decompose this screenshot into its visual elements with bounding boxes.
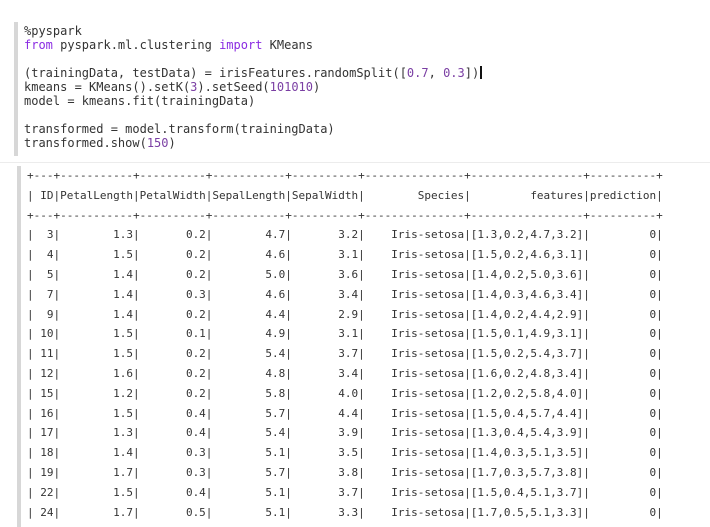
code-editor[interactable]: %pyspark from pyspark.ml.clustering impor…	[14, 16, 710, 162]
code-token: transformed = model.transform(trainingDa…	[24, 122, 335, 136]
code-token: import	[219, 38, 263, 52]
code-line[interactable]: transformed.show(150)	[24, 136, 482, 150]
code-token: 150	[146, 136, 169, 150]
text-cursor	[480, 66, 483, 79]
code-token: )	[313, 80, 321, 94]
cell-divider	[0, 162, 710, 163]
code-token: model = kmeans.fit(trainingData)	[24, 94, 256, 108]
table-row: | 24| 1.7| 0.5| 5.1| 3.3| Iris-setosa|[1…	[27, 505, 663, 519]
table-row: | 10| 1.5| 0.1| 4.9| 3.1| Iris-setosa|[1…	[27, 327, 663, 341]
code-token: )	[168, 136, 176, 150]
table-row: | 18| 1.4| 0.3| 5.1| 3.5| Iris-setosa|[1…	[27, 446, 663, 460]
code-token: pyspark.ml.clustering	[52, 38, 220, 52]
code-token: (trainingData, testData) = irisFeatures.…	[24, 66, 400, 80]
code-content[interactable]: %pyspark from pyspark.ml.clustering impor…	[24, 24, 483, 150]
code-line[interactable]: kmeans = KMeans().setK(3).setSeed(101010…	[24, 80, 482, 94]
code-token: 0.7	[406, 66, 429, 80]
table-row: | 16| 1.5| 0.4| 5.7| 4.4| Iris-setosa|[1…	[27, 406, 663, 420]
table-row: | 15| 1.2| 0.2| 5.8| 4.0| Iris-setosa|[1…	[27, 386, 663, 400]
code-token: ).setSeed(	[197, 80, 270, 94]
code-token: 0.3	[443, 66, 465, 80]
table-row: | 5| 1.4| 0.2| 5.0| 3.6| Iris-setosa|[1.…	[27, 267, 663, 281]
table-row: | 11| 1.5| 0.2| 5.4| 3.7| Iris-setosa|[1…	[27, 347, 663, 361]
table-row: | 3| 1.3| 0.2| 4.7| 3.2| Iris-setosa|[1.…	[27, 228, 663, 242]
table-separator: +---+-----------+----------+-----------+…	[27, 208, 663, 222]
code-token: 101010	[269, 80, 314, 94]
table-row: | 22| 1.5| 0.4| 5.1| 3.7| Iris-setosa|[1…	[27, 485, 663, 499]
code-line[interactable]: (trainingData, testData) = irisFeatures.…	[24, 66, 483, 80]
code-line[interactable]: transformed = model.transform(trainingDa…	[24, 122, 482, 136]
code-line[interactable]: model = kmeans.fit(trainingData)	[24, 94, 482, 108]
code-token: transformed.show(	[24, 136, 147, 150]
code-token: kmeans = KMeans().setK(	[24, 80, 191, 94]
table-row: | 7| 1.4| 0.3| 4.6| 3.4| Iris-setosa|[1.…	[27, 287, 663, 301]
code-token: %pyspark	[24, 24, 82, 38]
output-gutter-marker	[17, 166, 21, 527]
code-token: KMeans	[262, 38, 314, 52]
code-token: from	[24, 38, 53, 52]
dataframe-output: +---+-----------+----------+-----------+…	[27, 166, 663, 522]
code-token: [	[399, 66, 407, 80]
code-token: ])	[464, 66, 480, 80]
table-row: | 4| 1.5| 0.2| 4.6| 3.1| Iris-setosa|[1.…	[27, 248, 663, 262]
table-row: | 9| 1.4| 0.2| 4.4| 2.9| Iris-setosa|[1.…	[27, 307, 663, 321]
table-row: | 12| 1.6| 0.2| 4.8| 3.4| Iris-setosa|[1…	[27, 366, 663, 380]
table-header: | ID|PetalLength|PetalWidth|SepalLength|…	[27, 188, 663, 202]
code-line[interactable]	[24, 108, 482, 122]
table-row: | 17| 1.3| 0.4| 5.4| 3.9| Iris-setosa|[1…	[27, 426, 663, 440]
code-line[interactable]: %pyspark	[24, 24, 482, 38]
table-row: | 19| 1.7| 0.3| 5.7| 3.8| Iris-setosa|[1…	[27, 465, 663, 479]
code-line[interactable]: from pyspark.ml.clustering import KMeans	[24, 38, 482, 52]
code-line[interactable]	[24, 52, 482, 66]
cell-gutter-marker	[14, 22, 18, 156]
output-area: +---+-----------+----------+-----------+…	[14, 166, 710, 527]
table-separator: +---+-----------+----------+-----------+…	[27, 169, 663, 182]
code-token: ,	[428, 66, 444, 80]
